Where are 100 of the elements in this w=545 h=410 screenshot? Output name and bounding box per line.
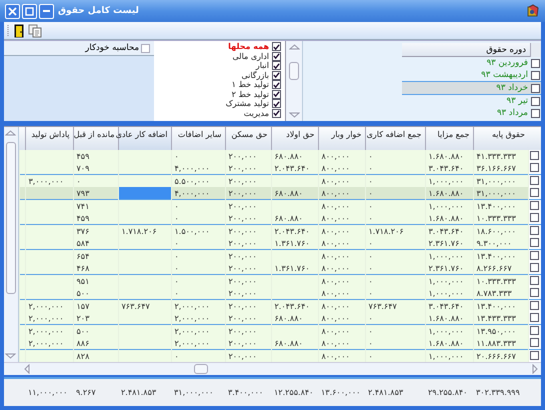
- table-cell: ۲۰۰,۰۰۰: [225, 350, 271, 362]
- scroll-thumb[interactable]: [6, 142, 16, 294]
- table-cell: ۲,۰۰۰,۰۰۰: [171, 312, 225, 324]
- table-cell: ۱۱.۸۸۳.۳۳۳: [473, 337, 528, 350]
- checkbox[interactable]: [530, 250, 538, 260]
- table-cell: ۷۴۱: [73, 200, 118, 212]
- table-cell: ۰: [73, 174, 118, 187]
- table-cell: ۹۵۱: [73, 274, 118, 287]
- table-cell: ۰: [171, 287, 225, 300]
- horizontal-scrollbar[interactable]: [4, 362, 541, 375]
- checkbox[interactable]: [530, 312, 538, 322]
- checkbox[interactable]: [530, 212, 538, 222]
- table-cell: ۸۰۰,۰۰۰: [318, 174, 365, 187]
- table-cell: ۲۰۰,۰۰۰: [225, 312, 271, 324]
- period-row[interactable]: تیر ۹۳: [402, 95, 541, 107]
- table-cell: ۸۰۰,۰۰۰: [318, 300, 365, 312]
- checkbox[interactable]: [272, 80, 281, 90]
- current-cell[interactable]: [118, 187, 171, 200]
- table-cell: ۴۵۹: [73, 150, 118, 162]
- checkbox[interactable]: [272, 99, 281, 108]
- checkbox[interactable]: [530, 300, 538, 310]
- checkbox[interactable]: [530, 200, 538, 210]
- table-cell: ۱.۶۸۰.۸۸۰: [425, 150, 473, 162]
- scrollbar[interactable]: [4, 127, 19, 362]
- column-header[interactable]: حق مسکن: [225, 127, 271, 150]
- checkbox[interactable]: [531, 70, 540, 80]
- table-cell: ۶۸۰.۸۸۰: [271, 312, 318, 324]
- checkbox[interactable]: [272, 42, 281, 52]
- table-cell: ۶۸۰.۸۸۰: [271, 212, 318, 224]
- table-cell: ۲۰۳: [73, 312, 118, 324]
- period-label: خرداد ۹۳: [496, 83, 528, 93]
- table-cell: ۱,۰۰۰,۰۰۰: [425, 324, 473, 337]
- checkbox[interactable]: [530, 162, 538, 172]
- table-cell: ۲۰۰,۰۰۰: [225, 287, 271, 300]
- checkbox[interactable]: [530, 188, 538, 196]
- checkbox[interactable]: [530, 276, 538, 284]
- column-header[interactable]: اضافه کار عادی: [118, 127, 171, 150]
- checkbox[interactable]: [530, 176, 538, 184]
- location-item[interactable]: بازرگانی: [160, 70, 281, 80]
- location-item[interactable]: تولید مشترک: [160, 99, 281, 108]
- location-label: همه محلها: [228, 42, 269, 52]
- maximize-button[interactable]: [22, 4, 37, 18]
- checkbox[interactable]: [272, 52, 281, 61]
- door-icon[interactable]: [14, 24, 24, 38]
- close-button[interactable]: [5, 4, 20, 18]
- location-item[interactable]: تولید خط ۱: [160, 80, 281, 90]
- checkbox[interactable]: [530, 150, 538, 160]
- checkbox[interactable]: [272, 90, 281, 99]
- scroll-thumb[interactable]: [194, 364, 208, 374]
- checkbox[interactable]: [531, 84, 540, 92]
- location-label: انبار: [256, 61, 269, 70]
- table-cell: ۲۰۰,۰۰۰: [225, 150, 271, 162]
- table-cell: ۵۸۴: [73, 237, 118, 250]
- column-header[interactable]: جمع مزایا: [425, 127, 473, 150]
- checkbox[interactable]: [530, 226, 538, 234]
- checkbox[interactable]: [531, 108, 540, 118]
- location-item[interactable]: انبار: [160, 61, 281, 70]
- checkbox[interactable]: [530, 350, 538, 360]
- checkbox[interactable]: [530, 326, 538, 334]
- location-label: تولید خط ۲: [232, 90, 269, 99]
- location-item[interactable]: تولید خط ۲: [160, 90, 281, 99]
- table-cell: ۳.۰۴۳.۶۴۰: [425, 300, 473, 312]
- checkbox[interactable]: [531, 96, 540, 106]
- table-cell: ۳۱,۰۰۰,۰۰۰: [473, 174, 528, 187]
- column-header[interactable]: سایر اضافات: [171, 127, 225, 150]
- checkbox[interactable]: [272, 108, 281, 118]
- period-row[interactable]: مرداد ۹۳: [402, 107, 541, 119]
- checkbox[interactable]: [530, 262, 538, 272]
- total-cell: ۳۱,۰۰۰,۰۰۰: [174, 388, 214, 397]
- column-header[interactable]: پاداش تولید: [25, 127, 73, 150]
- checkbox[interactable]: [272, 61, 281, 70]
- scrollbar[interactable]: [286, 41, 302, 121]
- checkbox[interactable]: [530, 288, 538, 296]
- scroll-thumb[interactable]: [289, 62, 299, 80]
- table-cell: ۷۶۳.۶۴۷: [365, 300, 425, 312]
- table-cell: ۴,۰۰۰,۰۰۰: [171, 162, 225, 174]
- column-header[interactable]: خوار وبار: [318, 127, 365, 150]
- table-cell: ۲,۰۰۰,۰۰۰: [171, 337, 225, 350]
- table-cell: ۲۰۰,۰۰۰: [225, 262, 271, 274]
- column-header[interactable]: حق اولاد: [271, 127, 318, 150]
- minimize-button[interactable]: [39, 4, 54, 18]
- checkbox[interactable]: [530, 338, 538, 346]
- table-cell: ۶۸۰.۸۸۰: [271, 337, 318, 350]
- column-header[interactable]: مانده از قبل: [73, 127, 118, 150]
- period-row[interactable]: فروردین ۹۳: [402, 57, 541, 69]
- table-cell: ۶۸۰.۸۸۰: [271, 187, 318, 200]
- checkbox[interactable]: [531, 58, 540, 68]
- location-item[interactable]: مدیریت: [160, 108, 281, 118]
- location-item[interactable]: اداری مالی: [160, 52, 281, 61]
- table-cell: ۱۳.۴۰۰,۰۰۰: [473, 300, 528, 312]
- table-cell: ۲۰۰,۰۰۰: [225, 337, 271, 350]
- checkbox[interactable]: [530, 238, 538, 246]
- location-item[interactable]: همه محلها: [160, 42, 281, 52]
- period-row[interactable]: اردیبهشت ۹۳: [402, 69, 541, 81]
- column-header[interactable]: حقوق پایه: [473, 127, 528, 150]
- checkbox[interactable]: [272, 70, 281, 80]
- table-cell: ۸۰۰,۰۰۰: [318, 187, 365, 200]
- table-cell: ۸۰۰,۰۰۰: [318, 237, 365, 250]
- copy-icon[interactable]: [28, 24, 42, 38]
- column-header[interactable]: جمع اضافه کاری: [365, 127, 425, 150]
